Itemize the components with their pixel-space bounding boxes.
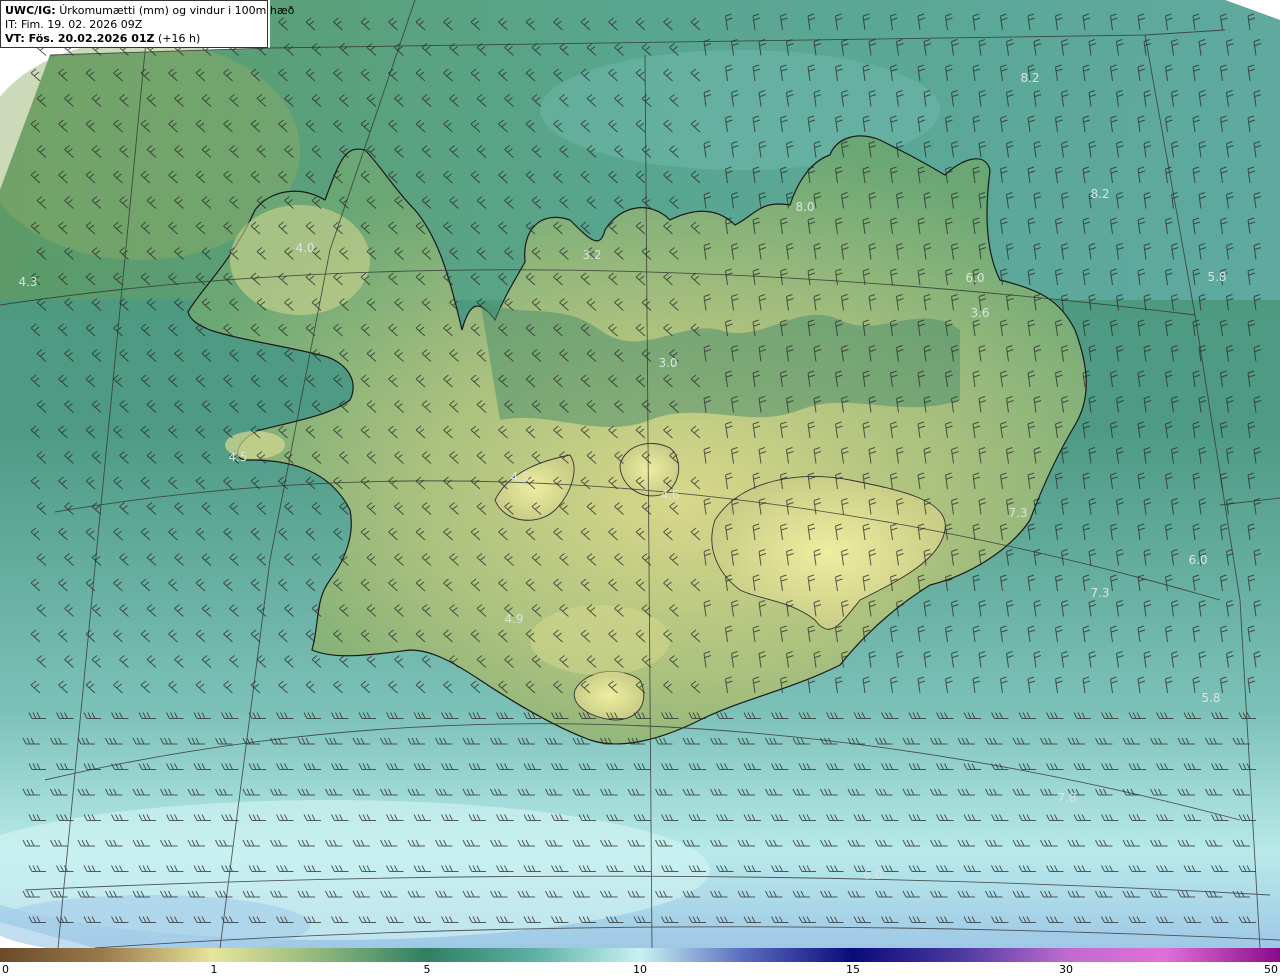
map-value-label: 8.0: [795, 200, 814, 214]
map-value-label: 3.2: [582, 248, 601, 262]
map-value-label: 3.6: [970, 306, 989, 320]
map-value-label: 5.8: [1207, 270, 1226, 284]
map-value-label: 7.3: [1008, 506, 1027, 520]
colorbar-tick: 15: [846, 963, 860, 976]
map-value-label: 6.0: [863, 868, 882, 882]
valid-time-line: VT: Fös. 20.02.2026 01Z (+16 h): [5, 32, 263, 46]
weather-map: 4.3 8.2 8.2 5.8 8.0 3.2 4.0 6.0 3.6 3.0 4.5 4.5 4.6 7…: [0, 0, 1280, 948]
colorbar-tick: 50: [1264, 963, 1278, 976]
map-info-box: UWC/IG: Úrkomumætti (mm) og vindur i 100…: [0, 0, 294, 48]
valid-offset: (+16 h): [158, 32, 201, 45]
map-value-label: 7.3: [1090, 586, 1109, 600]
colorbar-tick: 5: [423, 963, 431, 976]
map-value-label: 8.2: [1090, 187, 1109, 201]
valid-time: VT: Fös. 20.02.2026 01Z: [5, 32, 155, 45]
map-value-label: 4.6: [660, 488, 679, 502]
colorbar: [0, 948, 1280, 962]
map-value-label: 4.3: [18, 275, 37, 289]
map-value-label: 7.8: [1057, 791, 1076, 805]
colorbar-tick: 10: [633, 963, 647, 976]
map-value-label: 4.5: [510, 470, 529, 484]
colorbar-tick: 1: [210, 963, 218, 976]
map-value-label: 6.0: [965, 271, 984, 285]
map-title: Úrkomumætti (mm) og vindur i 100m hæð: [59, 4, 295, 17]
model-label: UWC/IG:: [5, 4, 56, 17]
map-value-label: 4.0: [295, 241, 314, 255]
map-value-label: 4.9: [504, 612, 523, 626]
title-line: UWC/IG: Úrkomumætti (mm) og vindur i 100…: [5, 4, 294, 18]
colorbar-tick: 30: [1059, 963, 1073, 976]
init-time: IT: Fim. 19. 02. 2026 09Z: [5, 18, 143, 31]
map-value-label: 5.8: [1201, 691, 1220, 705]
map-value-label: 3.0: [658, 356, 677, 370]
colorbar-tick: 0: [2, 963, 9, 976]
colorbar-ticks: 0 1 5 10 15 30 50: [0, 962, 1280, 978]
map-value-label: 8.2: [1020, 71, 1039, 85]
map-value-label: 4.5: [228, 450, 247, 464]
map-value-label: 6.0: [1188, 553, 1207, 567]
